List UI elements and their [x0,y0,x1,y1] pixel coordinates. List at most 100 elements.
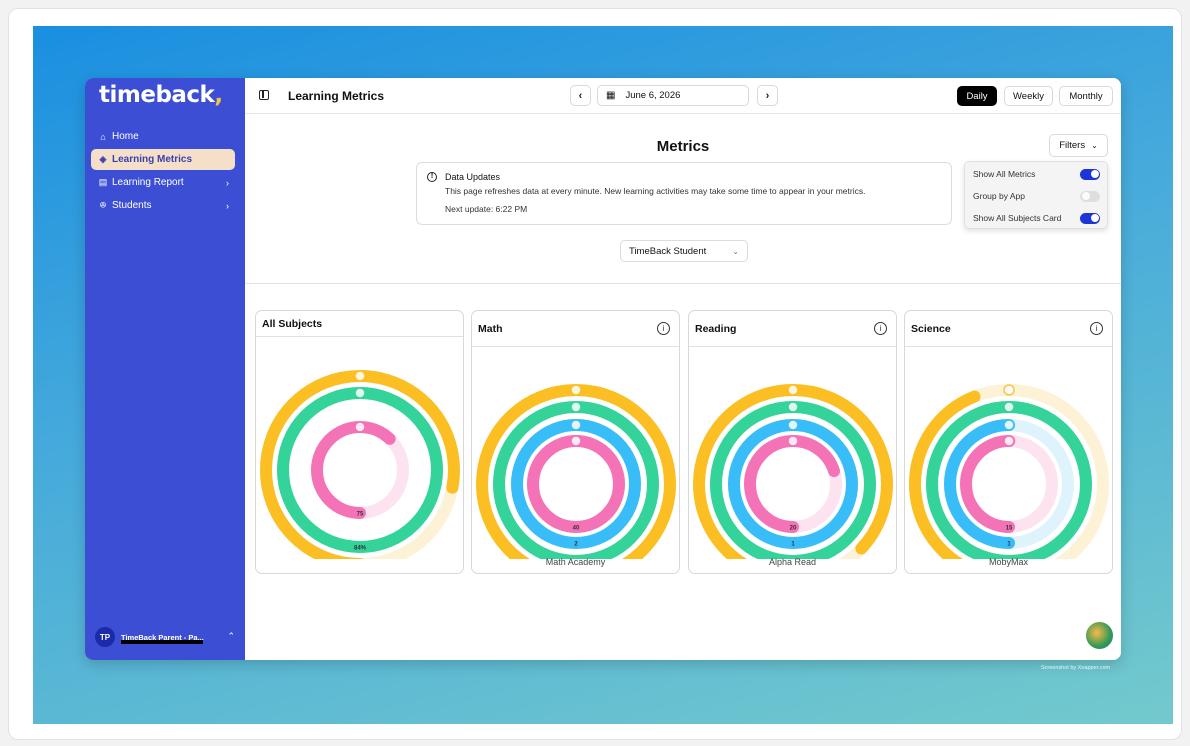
date-picker[interactable]: ▦ June 6, 2026 [597,85,749,106]
sidebar-item-label: Learning Report [112,177,184,188]
app-window: timeback, ⌂ Home ◈ Learning Metrics ▤ Le… [85,78,1121,660]
card-title: Science [911,323,951,335]
sidebar: timeback, ⌂ Home ◈ Learning Metrics ▤ Le… [85,78,245,660]
notice-title: Data Updates [445,172,501,182]
filter-label: Show All Metrics [973,169,1036,179]
target-icon [1003,419,1015,431]
target-icon [1003,401,1015,413]
target-icon [570,419,582,431]
target-icon [787,419,799,431]
graduation-cap-icon: ◈ [99,154,107,164]
subject-card-math[interactable]: Math i 5488%240Math Academy [471,310,680,574]
toggle-sidebar-icon[interactable] [259,90,269,100]
subject-card-reading[interactable]: Reading i 3280%120Alpha Read [688,310,897,574]
ring-progress-arc [277,387,443,553]
sidebar-item-label: Learning Metrics [112,154,193,165]
notice-body: This page refreshes data at every minute… [445,186,866,196]
prev-date-button[interactable]: ‹ [570,85,591,106]
star-icon [570,384,582,396]
toggle-switch[interactable] [1080,212,1100,224]
ring-progress-arc [527,435,625,533]
subject-card-all-subjects[interactable]: All Subjects9084%75 [255,310,464,574]
sidebar-item-learning-metrics[interactable]: ◈ Learning Metrics [91,149,235,170]
clock-icon [1003,435,1015,447]
xnapper-badge-icon[interactable] [1084,620,1115,651]
student-select-value: TimeBack Student [629,245,707,257]
home-icon: ⌂ [100,131,106,142]
toggle-switch[interactable] [1080,190,1100,202]
avatar: TP [95,627,115,647]
clock-icon [787,435,799,447]
star-icon [354,370,366,382]
filters-label: Filters [1059,140,1086,151]
chevron-right-icon: › [226,200,229,211]
section-divider [245,283,1121,284]
card-app-name: Alpha Read [768,557,817,567]
star-icon [787,384,799,396]
info-icon[interactable]: i [657,322,670,335]
chevron-down-icon: ⌄ [1091,141,1098,150]
page-title: Learning Metrics [288,89,385,103]
sidebar-item-learning-report[interactable]: ▤ Learning Report › [91,172,235,193]
report-icon: ▤ [98,177,108,187]
filters-dropdown: Show All Metrics Group by App Show All S… [964,161,1108,229]
top-bar: Learning Metrics ‹ ▦ June 6, 2026 › Dail… [245,78,1121,114]
card-app-name: MobyMax [988,557,1028,567]
student-select[interactable]: TimeBack Student ⌄ [620,240,748,262]
ring-value-label: 75 [357,512,364,518]
info-icon[interactable]: i [1090,322,1103,335]
metrics-heading: Metrics [656,138,710,155]
card-title: Reading [695,323,737,335]
info-icon: ! [427,172,437,182]
ring-value-label: 84% [354,546,367,552]
filter-group-by-app[interactable]: Group by App [965,186,1107,206]
progress-rings: 5488%240 [476,384,676,559]
sidebar-item-students[interactable]: ꔮ Students › [91,195,235,216]
sidebar-nav: ⌂ Home ◈ Learning Metrics ▤ Learning Rep… [91,126,235,218]
clock-icon [354,421,366,433]
chevron-updown-icon: ⌃ [227,631,235,641]
timeback-logo[interactable]: timeback, [99,82,223,108]
chevron-down-icon: ⌄ [732,246,739,256]
target-icon [354,387,366,399]
period-weekly-button[interactable]: Weekly [1004,86,1053,106]
main-content: Learning Metrics ‹ ▦ June 6, 2026 › Dail… [245,78,1121,660]
progress-rings: 3280%120 [693,384,893,559]
progress-rings: 1483%115 [909,384,1109,559]
card-title: Math [478,323,503,335]
sidebar-item-home[interactable]: ⌂ Home [91,126,235,147]
data-updates-notice: ! Data Updates This page refreshes data … [416,162,952,225]
filter-label: Group by App [973,191,1025,201]
toggle-switch[interactable] [1080,168,1100,180]
date-value: June 6, 2026 [625,90,681,101]
card-app-name: Math Academy [545,557,606,567]
star-icon [1003,384,1015,396]
card-header: All Subjects [256,311,463,337]
next-date-button[interactable]: › [757,85,778,106]
target-icon [570,401,582,413]
target-icon [787,401,799,413]
filters-button[interactable]: Filters ⌄ [1049,134,1108,157]
clock-icon [570,435,582,447]
next-update-text: Next update: 6:22 PM [445,204,528,214]
ring-value-label: 15 [1006,526,1013,532]
sidebar-item-label: Home [112,131,139,142]
progress-rings: 9084%75 [260,370,460,559]
period-monthly-button[interactable]: Monthly [1059,86,1113,106]
chevron-right-icon: › [226,177,229,188]
filter-show-all-metrics[interactable]: Show All Metrics [965,164,1107,184]
watermark: Screenshot by Xnapper.com [1041,665,1111,671]
redacted-email [121,640,203,644]
period-daily-button[interactable]: Daily [957,86,997,106]
ring-value-label: 40 [573,526,580,532]
filter-show-all-subjects-card[interactable]: Show All Subjects Card [965,208,1107,228]
users-icon: ꔮ [99,200,107,210]
filter-label: Show All Subjects Card [973,213,1062,223]
card-title: All Subjects [262,318,323,330]
info-icon[interactable]: i [874,322,887,335]
subject-card-science[interactable]: Science i 1483%115MobyMax [904,310,1113,574]
calendar-icon: ▦ [606,90,616,101]
ring-value-label: 20 [790,526,797,532]
user-menu[interactable]: TP TimeBack Parent - Pa... ⌃ [91,624,239,650]
sidebar-item-label: Students [112,200,152,211]
